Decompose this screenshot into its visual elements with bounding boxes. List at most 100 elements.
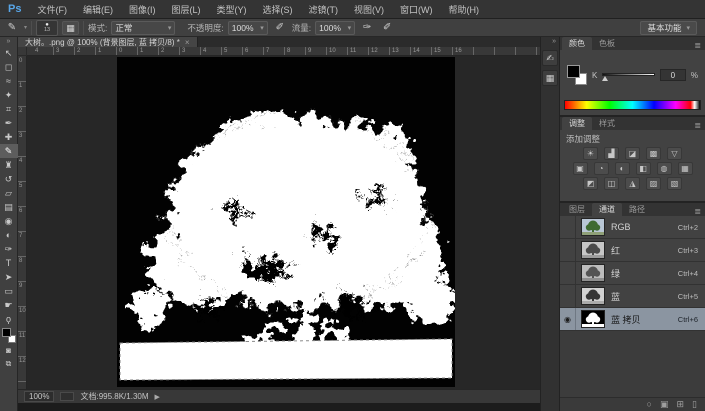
status-options-arrow-icon[interactable]: ▶	[155, 393, 160, 401]
eyedropper-tool[interactable]: ✒	[0, 116, 18, 130]
zoom-tool[interactable]: ϙ	[0, 312, 18, 326]
panel-menu-icon[interactable]: ≣	[690, 121, 705, 130]
vibrance-icon[interactable]: ▽	[667, 147, 682, 160]
menu-item-3[interactable]: 图层(L)	[163, 3, 208, 16]
blur-tool[interactable]: ◉	[0, 214, 18, 228]
brightness-contrast-icon[interactable]: ☀	[583, 147, 598, 160]
foreground-color-swatch[interactable]	[2, 328, 11, 337]
tablet-pressure-size-icon[interactable]: ✐	[379, 22, 395, 33]
threshold-icon[interactable]: ◮	[625, 177, 640, 190]
pen-tool[interactable]: ✑	[0, 242, 18, 256]
eraser-tool[interactable]: ▱	[0, 186, 18, 200]
menu-item-0[interactable]: 文件(F)	[29, 3, 75, 16]
path-selection-tool[interactable]: ➤	[0, 270, 18, 284]
properties-panel-button[interactable]: ▦	[542, 70, 558, 86]
menu-item-4[interactable]: 类型(Y)	[208, 3, 254, 16]
marquee-tool[interactable]: ◻	[0, 60, 18, 74]
quick-selection-tool[interactable]: ✦	[0, 88, 18, 102]
hand-tool[interactable]: ☛	[0, 298, 18, 312]
black-white-icon[interactable]: ◐	[615, 162, 630, 175]
k-value-field[interactable]: 0	[660, 69, 686, 81]
channel-row-red[interactable]: 红Ctrl+3	[560, 239, 705, 262]
menu-item-9[interactable]: 帮助(H)	[440, 3, 487, 16]
panel-menu-icon[interactable]: ≣	[690, 41, 705, 50]
channel-row-blue-copy[interactable]: ◉蓝 拷贝Ctrl+6	[560, 308, 705, 331]
invert-icon[interactable]: ◩	[583, 177, 598, 190]
vertical-ruler[interactable]: 0123456789101112	[18, 56, 27, 389]
new-channel-button[interactable]: ⊞	[677, 400, 685, 409]
move-tool[interactable]: ↖	[0, 46, 18, 60]
ruler-origin[interactable]	[18, 47, 27, 56]
dodge-tool[interactable]: ◐	[0, 228, 18, 242]
menu-item-1[interactable]: 编辑(E)	[75, 3, 121, 16]
channel-row-blue[interactable]: 蓝Ctrl+5	[560, 285, 705, 308]
hue-saturation-icon[interactable]: ▣	[573, 162, 588, 175]
tab-styles[interactable]: 样式	[592, 117, 622, 130]
k-slider-thumb[interactable]	[602, 76, 608, 81]
visibility-toggle[interactable]	[560, 216, 576, 238]
color-balance-icon[interactable]: ◔	[594, 162, 609, 175]
tablet-pressure-opacity-icon[interactable]: ✐	[272, 22, 288, 33]
brush-tool[interactable]: ✎	[0, 144, 18, 158]
flow-select[interactable]: 100% ▾	[315, 21, 355, 35]
tab-color[interactable]: 颜色	[562, 37, 592, 50]
airbrush-icon[interactable]: ✑	[359, 22, 375, 33]
menu-item-6[interactable]: 滤镜(T)	[300, 3, 346, 16]
visibility-toggle[interactable]	[560, 239, 576, 261]
gradient-map-icon[interactable]: ▨	[646, 177, 661, 190]
menu-item-2[interactable]: 图像(I)	[121, 3, 164, 16]
levels-icon[interactable]: ▟	[604, 147, 619, 160]
quick-mask-button[interactable]: ◙	[0, 343, 18, 357]
toolbar-collapse-icon[interactable]: »	[7, 38, 11, 46]
channel-row-rgb[interactable]: RGBCtrl+2	[560, 216, 705, 239]
panel-menu-icon[interactable]: ≣	[690, 207, 705, 216]
color-panel-swatches[interactable]	[567, 65, 587, 85]
healing-brush-tool[interactable]: ✚	[0, 130, 18, 144]
curves-icon[interactable]: ◪	[625, 147, 640, 160]
visibility-toggle[interactable]	[560, 262, 576, 284]
brush-tool-icon[interactable]: ✎	[4, 22, 20, 33]
document-canvas[interactable]	[117, 57, 455, 387]
color-spectrum-ramp[interactable]	[564, 100, 701, 110]
blend-mode-select[interactable]: 正常 ▾	[111, 21, 175, 35]
type-tool[interactable]: T	[0, 256, 18, 270]
gradient-tool[interactable]: ▤	[0, 200, 18, 214]
visibility-eye-icon[interactable]: ◉	[560, 308, 576, 330]
posterize-icon[interactable]: ◫	[604, 177, 619, 190]
menu-item-8[interactable]: 窗口(W)	[392, 3, 441, 16]
workspace-switcher[interactable]: 基本功能 ▾	[640, 21, 697, 35]
brush-preset-picker[interactable]: ● 13	[36, 20, 58, 36]
zoom-level-field[interactable]: 100%	[24, 391, 54, 402]
opacity-select[interactable]: 100% ▾	[228, 21, 268, 35]
tab-channels[interactable]: 通道	[592, 203, 622, 216]
delete-channel-button[interactable]: ▯	[692, 400, 697, 409]
k-slider[interactable]	[602, 69, 655, 81]
photo-filter-icon[interactable]: ◧	[636, 162, 651, 175]
visibility-toggle[interactable]	[560, 285, 576, 307]
dock-collapse-icon[interactable]: »	[552, 38, 559, 46]
lasso-tool[interactable]: ≈	[0, 74, 18, 88]
screen-mode-button[interactable]: ⧉	[0, 357, 18, 371]
tab-swatches[interactable]: 色板	[592, 37, 622, 50]
tool-preset-arrow-icon[interactable]: ▾	[24, 24, 27, 31]
close-tab-icon[interactable]: ×	[185, 38, 190, 47]
history-brush-tool[interactable]: ↺	[0, 172, 18, 186]
save-selection-as-channel-button[interactable]: ▣	[660, 400, 669, 409]
color-lookup-icon[interactable]: ▦	[678, 162, 693, 175]
k-slider-track[interactable]	[602, 73, 655, 76]
clone-stamp-tool[interactable]: ♜	[0, 158, 18, 172]
exposure-icon[interactable]: ▩	[646, 147, 661, 160]
foreground-color-swatch[interactable]	[567, 65, 580, 78]
brush-panel-toggle-icon[interactable]: ▦	[62, 21, 79, 35]
history-panel-button[interactable]: ✍	[542, 50, 558, 66]
tab-layers[interactable]: 图层	[562, 203, 592, 216]
tab-paths[interactable]: 路径	[622, 203, 652, 216]
document-tab[interactable]: 大树。.png @ 100% (背景图层, 蓝 拷贝/8) * ×	[18, 37, 198, 47]
menu-item-5[interactable]: 选择(S)	[254, 3, 300, 16]
horizontal-ruler[interactable]: 4321012345678910111213141516	[27, 47, 540, 56]
menu-item-7[interactable]: 视图(V)	[346, 3, 392, 16]
load-channel-selection-button[interactable]: ○	[647, 400, 652, 409]
selective-color-icon[interactable]: ▧	[667, 177, 682, 190]
channel-mixer-icon[interactable]: ◍	[657, 162, 672, 175]
shape-tool[interactable]: ▭	[0, 284, 18, 298]
